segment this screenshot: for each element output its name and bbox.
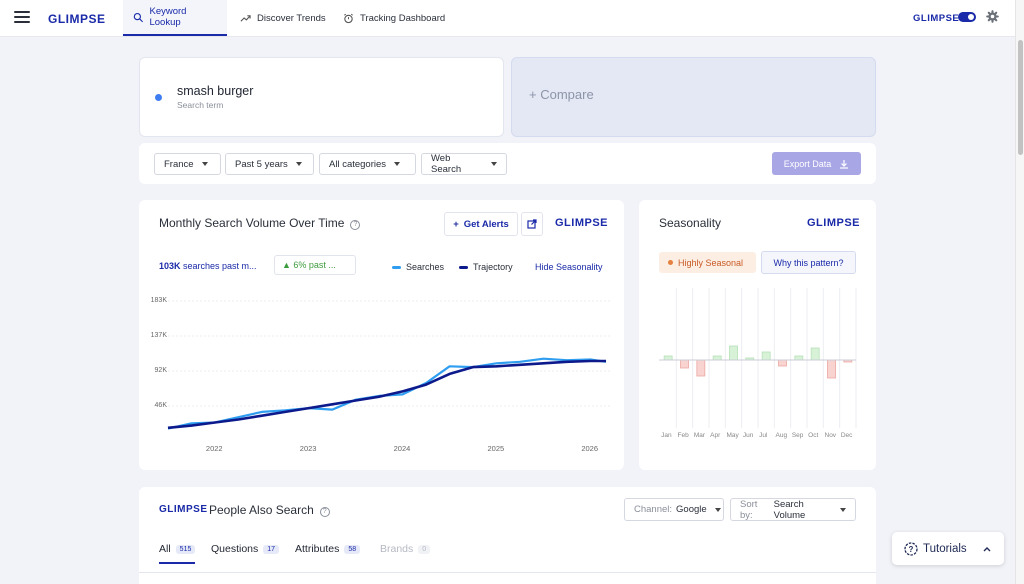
seasonality-bar[interactable] xyxy=(712,355,722,361)
page-scrollbar[interactable] xyxy=(1015,0,1024,584)
tab-label: Attributes xyxy=(295,543,340,555)
tab-label: All xyxy=(159,543,171,555)
seasonality-bar[interactable] xyxy=(680,359,689,369)
seasonality-bar[interactable] xyxy=(794,355,804,361)
people-brand: GLIMPSE xyxy=(159,504,208,515)
tab-questions[interactable]: Questions 17 xyxy=(211,543,280,555)
chevron-up-icon xyxy=(983,546,991,551)
seasonality-bar[interactable] xyxy=(827,359,836,379)
tab-attributes[interactable]: Attributes 58 xyxy=(295,543,361,555)
seasonality-bar[interactable] xyxy=(778,359,787,367)
scrollbar-thumb[interactable] xyxy=(1018,40,1023,155)
month-label: Apr xyxy=(710,432,721,439)
people-title: People Also Search? xyxy=(209,503,330,517)
seasonality-bar[interactable] xyxy=(696,359,706,377)
channel-select[interactable]: Channel: Google xyxy=(624,498,724,521)
tab-all[interactable]: All 515 xyxy=(159,543,196,564)
channel-value: Google xyxy=(676,504,707,515)
sort-value: Search Volume xyxy=(773,498,806,521)
tabs-divider xyxy=(139,572,876,573)
month-label: Dec xyxy=(840,432,853,439)
tab-label: Questions xyxy=(211,543,259,555)
people-title-text: People Also Search xyxy=(209,503,314,517)
channel-label: Channel: xyxy=(634,504,673,515)
month-label: Jun xyxy=(742,432,754,439)
month-label: Oct xyxy=(808,432,819,439)
sort-select[interactable]: Sort by: Search Volume xyxy=(730,498,856,521)
seasonality-bar[interactable] xyxy=(663,355,673,361)
tab-count: 515 xyxy=(175,545,196,554)
month-label: May xyxy=(726,432,739,439)
tutorials-button[interactable]: ? Tutorials xyxy=(892,532,1004,565)
tab-brands[interactable]: Brands 0 xyxy=(380,543,431,555)
month-label: Feb xyxy=(677,432,689,439)
tab-count: 0 xyxy=(418,545,431,554)
month-label: Mar xyxy=(693,432,706,439)
seasonality-bar[interactable] xyxy=(810,347,820,361)
month-label: Jan xyxy=(661,432,672,439)
seasonality-bar[interactable] xyxy=(761,351,771,361)
month-label: Sep xyxy=(791,432,804,439)
month-label: Jul xyxy=(759,432,768,439)
help-circle-icon: ? xyxy=(904,541,918,556)
month-label: Aug xyxy=(775,432,788,439)
tutorials-label: Tutorials xyxy=(923,542,967,555)
help-icon[interactable]: ? xyxy=(319,507,330,517)
tab-label: Brands xyxy=(380,543,414,555)
tab-count: 17 xyxy=(263,545,280,554)
chevron-down-icon xyxy=(714,507,721,512)
sort-label: Sort by: xyxy=(740,498,758,521)
svg-text:?: ? xyxy=(909,545,914,554)
month-label: Nov xyxy=(824,432,837,439)
chevron-down-icon xyxy=(840,507,846,512)
tab-count: 58 xyxy=(344,545,361,554)
seasonality-bar[interactable] xyxy=(729,345,738,361)
